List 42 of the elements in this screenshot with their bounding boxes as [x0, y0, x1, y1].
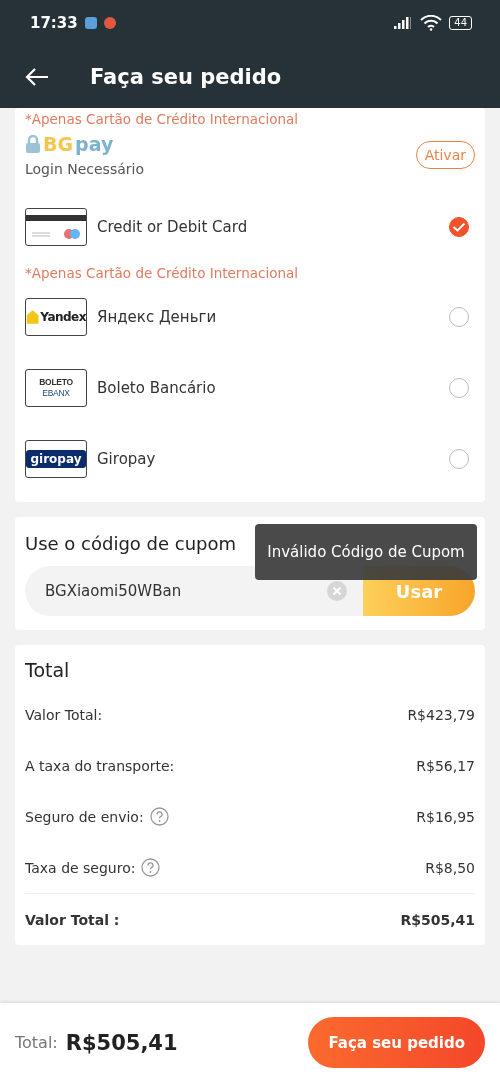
payment-note: *Apenas Cartão de Crédito Internacional	[25, 110, 299, 129]
total-label: A taxa do transporte:	[25, 757, 175, 774]
total-value: R$56,17	[416, 757, 475, 774]
total-value: R$8,50	[425, 859, 475, 876]
activate-button[interactable]: Ativar	[415, 141, 475, 169]
login-required-text: Login Necessário	[25, 161, 144, 177]
giropay-logo: giropay	[25, 439, 87, 478]
total-value: R$423,79	[407, 706, 475, 723]
yandex-logo: Yandex	[25, 297, 87, 336]
footer-total-label: Total:	[15, 1033, 58, 1052]
total-label: Taxa de seguro:	[25, 859, 136, 876]
boleto-logo: BOLETO EBANX	[25, 368, 87, 407]
coupon-heading: Use o código de cupom	[25, 533, 237, 554]
bgpay-logo: BG pay	[25, 133, 144, 155]
footer-total-amount: R$505,41	[65, 1030, 178, 1055]
notification-icon	[84, 16, 97, 29]
place-order-button[interactable]: Faça seu pedido	[308, 1017, 485, 1068]
total-label: Valor Total :	[25, 911, 120, 928]
signal-icon	[393, 15, 414, 30]
total-label: Seguro de envio:	[25, 808, 144, 825]
error-toast: Inválido Código de Cupom	[255, 524, 477, 580]
payment-method-label: Giropay	[97, 449, 157, 468]
battery-indicator: 44	[449, 15, 472, 30]
help-icon[interactable]	[149, 807, 169, 826]
notification-icon	[103, 16, 116, 29]
payment-method-label: Яндекс Деньги	[97, 307, 218, 326]
clock: 17:33	[30, 13, 78, 32]
totals-heading: Total	[25, 659, 71, 681]
payment-method-label: Boleto Bancário	[97, 378, 217, 397]
page-title: Faça seu pedido	[90, 64, 282, 89]
help-icon[interactable]	[141, 858, 161, 877]
clear-icon[interactable]	[327, 581, 347, 601]
card-logo	[25, 207, 87, 246]
check-icon	[452, 221, 466, 232]
wifi-icon	[420, 14, 443, 31]
total-label: Valor Total:	[25, 706, 103, 723]
payment-method-label: Credit or Debit Card	[97, 217, 249, 236]
payment-note: *Apenas Cartão de Crédito Internacional	[25, 264, 299, 283]
radio-button[interactable]	[449, 216, 469, 237]
back-icon[interactable]	[24, 66, 50, 87]
total-value: R$16,95	[416, 808, 475, 825]
total-value: R$505,41	[400, 911, 475, 928]
